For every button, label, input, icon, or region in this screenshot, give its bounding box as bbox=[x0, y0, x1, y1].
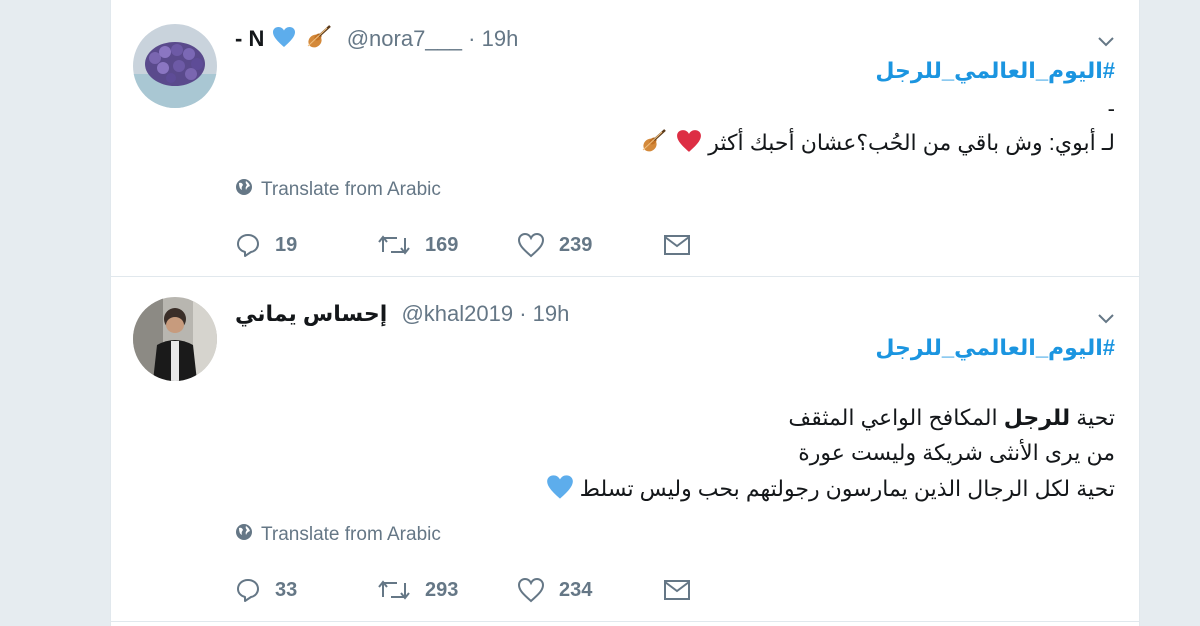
chevron-down-icon[interactable] bbox=[1095, 30, 1117, 52]
retweet-button[interactable]: 169 bbox=[377, 232, 517, 258]
globe-icon bbox=[235, 178, 253, 202]
display-name[interactable]: إحساس يماني bbox=[235, 301, 387, 326]
like-button[interactable]: 234 bbox=[517, 577, 663, 603]
hashtag-link[interactable]: #اليوم_العالمي_للرجل bbox=[875, 58, 1115, 84]
translate-label: Translate from Arabic bbox=[261, 179, 441, 200]
retweet-button[interactable]: 293 bbox=[377, 577, 517, 603]
reply-button[interactable]: 33 bbox=[235, 577, 377, 603]
like-count: 239 bbox=[559, 233, 593, 256]
blue-heart-icon bbox=[546, 474, 574, 506]
globe-icon bbox=[235, 523, 253, 547]
tweet-text-line: لـ أبوي: وش باقي من الحُب؟عشان أحبك أكثر bbox=[638, 128, 1115, 160]
timestamp[interactable]: 19h bbox=[533, 301, 570, 326]
retweet-count: 169 bbox=[425, 233, 459, 256]
display-name[interactable]: - N bbox=[235, 26, 264, 51]
like-count: 234 bbox=[559, 578, 593, 601]
tweet-text-line: - bbox=[1107, 96, 1115, 121]
tweet-text: تحية bbox=[1070, 405, 1115, 430]
tweet[interactable]: إحساس يماني @khal2019 · 19h #اليوم_العال… bbox=[111, 277, 1139, 622]
avatar[interactable] bbox=[133, 24, 217, 108]
timeline: - N @nora7___ · 19h #اليوم_العالمي_للرجل… bbox=[110, 0, 1140, 626]
tweet-text-line: تحية لكل الرجال الذين يمارسون رجولتهم بح… bbox=[544, 474, 1115, 506]
timestamp[interactable]: 19h bbox=[482, 26, 519, 51]
envelope-icon bbox=[663, 579, 691, 601]
reply-count: 19 bbox=[275, 233, 298, 256]
translate-link[interactable]: Translate from Arabic bbox=[235, 178, 441, 202]
tweet-text: المكافح الواعي المثقف bbox=[788, 405, 1004, 430]
tweet-actions: 19 169 239 bbox=[235, 232, 691, 258]
direct-message-button[interactable] bbox=[663, 234, 691, 256]
envelope-icon bbox=[663, 234, 691, 256]
tweet-actions: 33 293 234 bbox=[235, 577, 691, 603]
tweet-header: - N @nora7___ · 19h bbox=[235, 24, 518, 56]
separator-dot: · bbox=[468, 25, 476, 51]
violin-icon bbox=[640, 128, 668, 160]
heart-icon bbox=[517, 577, 545, 603]
translate-link[interactable]: Translate from Arabic bbox=[235, 523, 441, 547]
avatar[interactable] bbox=[133, 297, 217, 381]
violin-icon bbox=[305, 24, 333, 56]
reply-icon bbox=[235, 577, 261, 603]
retweet-icon bbox=[377, 232, 411, 258]
retweet-icon bbox=[377, 577, 411, 603]
tweet-text: تحية لكل الرجال الذين يمارسون رجولتهم بح… bbox=[579, 475, 1115, 501]
user-handle[interactable]: @nora7___ bbox=[347, 26, 462, 51]
tweet-text-line: تحية للرجل المكافح الواعي المثقف bbox=[788, 405, 1115, 431]
like-button[interactable]: 239 bbox=[517, 232, 663, 258]
separator-dot: · bbox=[519, 301, 527, 326]
reply-button[interactable]: 19 bbox=[235, 232, 377, 258]
direct-message-button[interactable] bbox=[663, 579, 691, 601]
tweet-text-line: من يرى الأنثى شريكة وليست عورة bbox=[798, 440, 1115, 465]
user-handle[interactable]: @khal2019 bbox=[401, 301, 513, 326]
red-heart-icon bbox=[676, 129, 702, 159]
heart-icon bbox=[517, 232, 545, 258]
tweet-header: إحساس يماني @khal2019 · 19h bbox=[235, 301, 569, 327]
tweet[interactable]: - N @nora7___ · 19h #اليوم_العالمي_للرجل… bbox=[111, 0, 1139, 277]
highlighted-word: للرجل bbox=[1003, 405, 1071, 430]
reply-count: 33 bbox=[275, 578, 298, 601]
reply-icon bbox=[235, 232, 261, 258]
tweet-text: لـ أبوي: وش باقي من الحُب؟عشان أحبك أكثر bbox=[708, 129, 1115, 155]
blue-heart-icon bbox=[272, 26, 296, 54]
chevron-down-icon[interactable] bbox=[1095, 307, 1117, 329]
retweet-count: 293 bbox=[425, 578, 459, 601]
hashtag-link[interactable]: #اليوم_العالمي_للرجل bbox=[875, 335, 1115, 361]
translate-label: Translate from Arabic bbox=[261, 524, 441, 545]
